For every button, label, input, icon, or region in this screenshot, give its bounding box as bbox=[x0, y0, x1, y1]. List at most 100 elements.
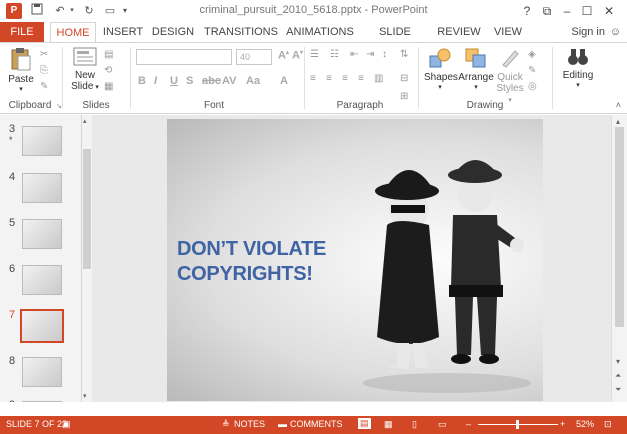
zoom-out-icon[interactable]: – bbox=[466, 419, 471, 429]
justify-icon[interactable]: ≡ bbox=[358, 73, 364, 84]
align-center-icon[interactable]: ≡ bbox=[326, 73, 332, 84]
account-icon[interactable]: ☺ bbox=[610, 26, 621, 38]
comments-button[interactable]: COMMENTS bbox=[290, 419, 343, 429]
section-icon[interactable]: ▦ bbox=[104, 81, 113, 92]
shape-effects-icon[interactable]: ◎ bbox=[528, 81, 537, 92]
help-icon[interactable]: ? bbox=[518, 2, 536, 20]
align-right-icon[interactable]: ≡ bbox=[342, 73, 348, 84]
shapes-dropdown-icon[interactable]: ▾ bbox=[424, 83, 456, 91]
arrange-button[interactable]: Arrange ▾ bbox=[458, 47, 494, 91]
slide-thumbnail-6[interactable] bbox=[22, 265, 62, 295]
previous-slide-icon[interactable]: ⏶ bbox=[615, 371, 621, 381]
bold-icon[interactable]: B bbox=[138, 75, 146, 87]
columns-icon[interactable]: ▥ bbox=[374, 73, 383, 84]
slide-thumbnail-7[interactable] bbox=[20, 309, 64, 343]
cut-icon[interactable]: ✂ bbox=[40, 49, 48, 60]
scroll-down-icon[interactable]: ▾ bbox=[616, 357, 620, 366]
slide-thumbnail-4[interactable] bbox=[22, 173, 62, 203]
quick-styles-button[interactable]: Quick Styles ▾ bbox=[496, 47, 524, 105]
slide-sorter-icon[interactable]: ▦ bbox=[384, 419, 393, 430]
zoom-level[interactable]: 52% bbox=[576, 419, 594, 429]
notes-icon[interactable]: ≜ bbox=[222, 419, 230, 430]
font-color-icon[interactable]: A bbox=[280, 75, 288, 87]
editing-dropdown-icon[interactable]: ▾ bbox=[558, 81, 598, 89]
collapse-ribbon-icon[interactable]: ˄ bbox=[616, 100, 621, 110]
normal-view-icon[interactable]: ▤ bbox=[358, 418, 371, 429]
text-direction-icon[interactable]: ⇅ bbox=[400, 49, 408, 60]
slide-thumbnail-8[interactable] bbox=[22, 357, 62, 387]
slide-thumbnail-3[interactable] bbox=[22, 126, 62, 156]
shape-outline-icon[interactable]: ✎ bbox=[528, 65, 536, 76]
slide-scrollbar[interactable]: ▴ ▾ ⏶ ⏷ bbox=[611, 115, 627, 402]
strikethrough-icon[interactable]: abc bbox=[202, 75, 221, 87]
tab-design[interactable]: DESIGN bbox=[150, 22, 196, 42]
font-name-dropdown[interactable] bbox=[136, 49, 232, 65]
format-painter-icon[interactable]: ✎ bbox=[40, 81, 48, 92]
numbering-icon[interactable]: ☷ bbox=[330, 49, 339, 60]
next-slide-icon[interactable]: ⏷ bbox=[615, 385, 621, 395]
italic-icon[interactable]: I bbox=[154, 75, 157, 87]
paste-button[interactable]: Paste ▾ bbox=[6, 47, 36, 93]
tab-transitions[interactable]: TRANSITIONS bbox=[204, 22, 278, 42]
slide-title-textbox[interactable]: DON’T VIOLATE COPYRIGHTS! bbox=[177, 237, 326, 287]
spelling-icon[interactable]: ▣ bbox=[62, 419, 71, 430]
tab-slide-show[interactable]: SLIDE SHOW bbox=[362, 22, 428, 58]
separator bbox=[552, 47, 553, 109]
spy-and-police-figures-image[interactable] bbox=[357, 137, 537, 399]
decrease-indent-icon[interactable]: ⇤ bbox=[350, 49, 358, 60]
current-slide[interactable]: DON’T VIOLATE COPYRIGHTS! bbox=[167, 119, 543, 401]
line-spacing-icon[interactable]: ↕ bbox=[382, 49, 387, 60]
tab-review[interactable]: REVIEW bbox=[434, 22, 484, 42]
increase-font-icon[interactable]: A▴ bbox=[278, 49, 289, 62]
comments-icon[interactable]: ▬ bbox=[278, 419, 287, 429]
slide-title-line2: COPYRIGHTS! bbox=[177, 263, 313, 285]
scroll-down-icon[interactable]: ▾ bbox=[83, 392, 87, 400]
thumbnail-scrollbar[interactable]: ▴ ▾ bbox=[82, 115, 92, 402]
copy-icon[interactable]: ⎘ bbox=[40, 65, 48, 76]
zoom-in-icon[interactable]: + bbox=[560, 419, 565, 429]
maximize-button[interactable]: ☐ bbox=[578, 2, 596, 20]
slide-show-icon[interactable]: ▭ bbox=[438, 419, 447, 430]
ribbon-options-icon[interactable]: ⧉ bbox=[538, 2, 556, 20]
scrollbar-thumb[interactable] bbox=[83, 149, 91, 269]
increase-indent-icon[interactable]: ⇥ bbox=[366, 49, 374, 60]
font-size-dropdown[interactable]: 40 bbox=[236, 49, 272, 65]
clipboard-launcher-icon[interactable]: ↘ bbox=[56, 102, 62, 110]
notes-button[interactable]: NOTES bbox=[234, 419, 265, 429]
fit-slide-icon[interactable]: ⊡ bbox=[604, 419, 612, 430]
layout-icon[interactable]: ▤ bbox=[104, 49, 113, 60]
decrease-font-icon[interactable]: A▾ bbox=[292, 49, 303, 62]
scrollbar-thumb[interactable] bbox=[615, 127, 624, 327]
underline-icon[interactable]: U bbox=[170, 75, 178, 87]
tab-animations[interactable]: ANIMATIONS bbox=[284, 22, 356, 42]
bullets-icon[interactable]: ☰ bbox=[310, 49, 319, 60]
thumbnail-animation-star: * bbox=[9, 135, 13, 145]
tab-file[interactable]: FILE bbox=[0, 22, 44, 42]
character-spacing-icon[interactable]: AV bbox=[222, 75, 236, 87]
arrange-dropdown-icon[interactable]: ▾ bbox=[458, 83, 494, 91]
editing-button[interactable]: Editing ▾ bbox=[558, 47, 598, 89]
align-left-icon[interactable]: ≡ bbox=[310, 73, 316, 84]
shapes-button[interactable]: Shapes ▾ bbox=[424, 47, 458, 91]
tab-home[interactable]: HOME bbox=[50, 22, 96, 43]
title-bar: P ↶ ▾ ↻ ▭ ▾ criminal_pursuit_2010_5618.p… bbox=[0, 0, 627, 22]
align-text-icon[interactable]: ⊟ bbox=[400, 73, 408, 84]
new-slide-button[interactable]: New Slide ▾ bbox=[68, 47, 102, 92]
shadow-icon[interactable]: S bbox=[186, 75, 193, 87]
scroll-up-icon[interactable]: ▴ bbox=[83, 117, 87, 125]
change-case-icon[interactable]: Aa bbox=[246, 75, 260, 87]
reading-view-icon[interactable]: ▯ bbox=[412, 419, 417, 430]
minimize-button[interactable]: – bbox=[558, 2, 576, 20]
close-button[interactable]: ✕ bbox=[600, 2, 618, 20]
shape-fill-icon[interactable]: ◈ bbox=[528, 49, 536, 60]
scroll-up-icon[interactable]: ▴ bbox=[616, 117, 620, 126]
zoom-slider-thumb[interactable] bbox=[516, 420, 519, 429]
slide-thumbnail-5[interactable] bbox=[22, 219, 62, 249]
reset-icon[interactable]: ⟲ bbox=[104, 65, 112, 76]
tab-view[interactable]: VIEW bbox=[488, 22, 528, 42]
tab-insert[interactable]: INSERT bbox=[100, 22, 146, 42]
thumbnail-number: 8 bbox=[9, 355, 16, 367]
paste-dropdown-icon[interactable]: ▾ bbox=[6, 85, 36, 93]
sign-in-link[interactable]: Sign in bbox=[571, 22, 605, 42]
new-slide-dropdown-icon[interactable]: ▾ bbox=[93, 84, 99, 91]
